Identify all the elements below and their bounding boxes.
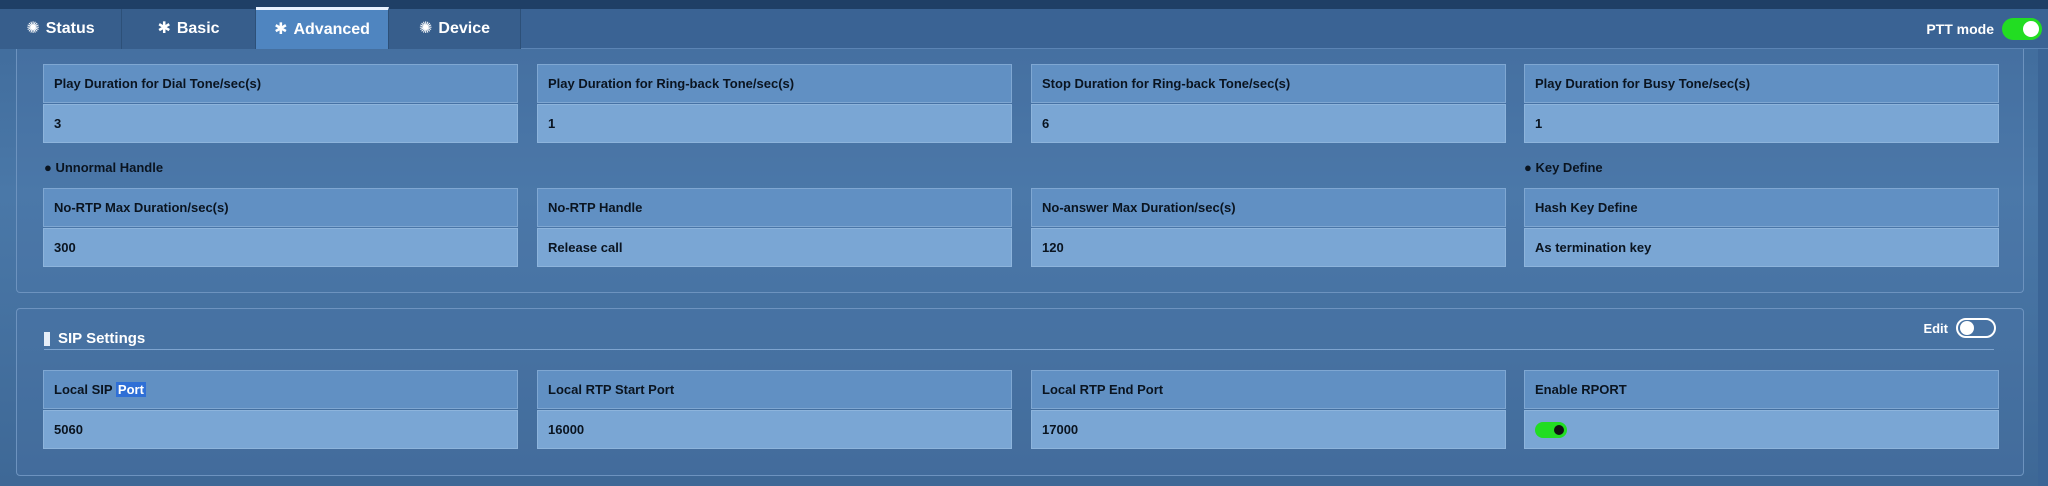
asterisk-icon: ✱: [157, 20, 171, 37]
ptt-mode-label: PTT mode: [1926, 21, 1994, 37]
local-sip-port-label-prefix: Local SIP: [54, 382, 116, 397]
section-marker: [44, 331, 50, 346]
ptt-mode-control: PTT mode: [1926, 9, 2042, 49]
unnormal-handle-title: Unnormal Handle: [55, 160, 164, 175]
no-rtp-max-duration-value[interactable]: 300: [43, 228, 518, 267]
tab-advanced-label: Advanced: [293, 20, 370, 38]
dial-tone-duration-label: Play Duration for Dial Tone/sec(s): [43, 64, 518, 103]
toggle-knob: [1960, 321, 1974, 335]
page-scrollbar[interactable]: [2038, 49, 2048, 486]
selected-text-highlight: Port: [115, 382, 146, 397]
edit-label: Edit: [1923, 320, 1948, 336]
edit-toggle[interactable]: [1956, 318, 1996, 338]
tab-status-label: Status: [45, 20, 95, 37]
gear-icon: ✺: [26, 20, 40, 37]
no-rtp-handle-label: No-RTP Handle: [537, 188, 1012, 227]
unnormal-handle-heading: ● Unnormal Handle: [44, 160, 164, 175]
asterisk-icon: ✱: [274, 20, 288, 38]
local-sip-port-label: Local SIP Port: [43, 370, 518, 409]
hash-key-define-label: Hash Key Define: [1524, 188, 1999, 227]
tab-device-label: Device: [438, 20, 490, 37]
enable-rport-toggle[interactable]: [1535, 421, 1567, 438]
no-rtp-max-duration-label: No-RTP Max Duration/sec(s): [43, 188, 518, 227]
tab-device[interactable]: ✺ Device: [389, 9, 521, 49]
dial-tone-duration-value[interactable]: 3: [43, 104, 518, 143]
toggle-knob: [2023, 21, 2039, 37]
ringback-play-duration-value[interactable]: 1: [537, 104, 1012, 143]
no-answer-max-duration-value[interactable]: 120: [1031, 228, 1506, 267]
no-rtp-handle-value[interactable]: Release call: [537, 228, 1012, 267]
local-rtp-end-port-value[interactable]: 17000: [1031, 410, 1506, 449]
sip-settings-heading: SIP Settings: [44, 330, 145, 347]
gear-icon: ✺: [419, 20, 433, 37]
no-answer-max-duration-label: No-answer Max Duration/sec(s): [1031, 188, 1506, 227]
sip-settings-title: SIP Settings: [58, 330, 146, 347]
tab-status[interactable]: ✺ Status: [0, 9, 122, 49]
hash-key-define-value[interactable]: As termination key: [1524, 228, 1999, 267]
local-rtp-start-port-value[interactable]: 16000: [537, 410, 1012, 449]
local-rtp-start-port-label: Local RTP Start Port: [537, 370, 1012, 409]
tab-bar: ✺ Status ✱ Basic ✱ Advanced ✺ Device: [0, 7, 2048, 49]
tab-basic[interactable]: ✱ Basic: [122, 9, 256, 49]
busy-tone-duration-label: Play Duration for Busy Tone/sec(s): [1524, 64, 1999, 103]
key-define-title: Key Define: [1535, 160, 1603, 175]
local-rtp-end-port-label: Local RTP End Port: [1031, 370, 1506, 409]
enable-rport-value: [1524, 410, 1999, 449]
enable-rport-label: Enable RPORT: [1524, 370, 1999, 409]
ptt-mode-toggle[interactable]: [2002, 18, 2042, 40]
tab-basic-label: Basic: [176, 20, 220, 37]
edit-control: Edit: [1923, 318, 1996, 338]
ringback-stop-duration-label: Stop Duration for Ring-back Tone/sec(s): [1031, 64, 1506, 103]
key-define-heading: ● Key Define: [1524, 160, 1603, 175]
busy-tone-duration-value[interactable]: 1: [1524, 104, 1999, 143]
local-sip-port-value[interactable]: 5060: [43, 410, 518, 449]
toggle-knob: [1554, 424, 1564, 435]
ringback-stop-duration-value[interactable]: 6: [1031, 104, 1506, 143]
divider: [44, 349, 1994, 350]
ringback-play-duration-label: Play Duration for Ring-back Tone/sec(s): [537, 64, 1012, 103]
tab-advanced[interactable]: ✱ Advanced: [256, 7, 389, 49]
